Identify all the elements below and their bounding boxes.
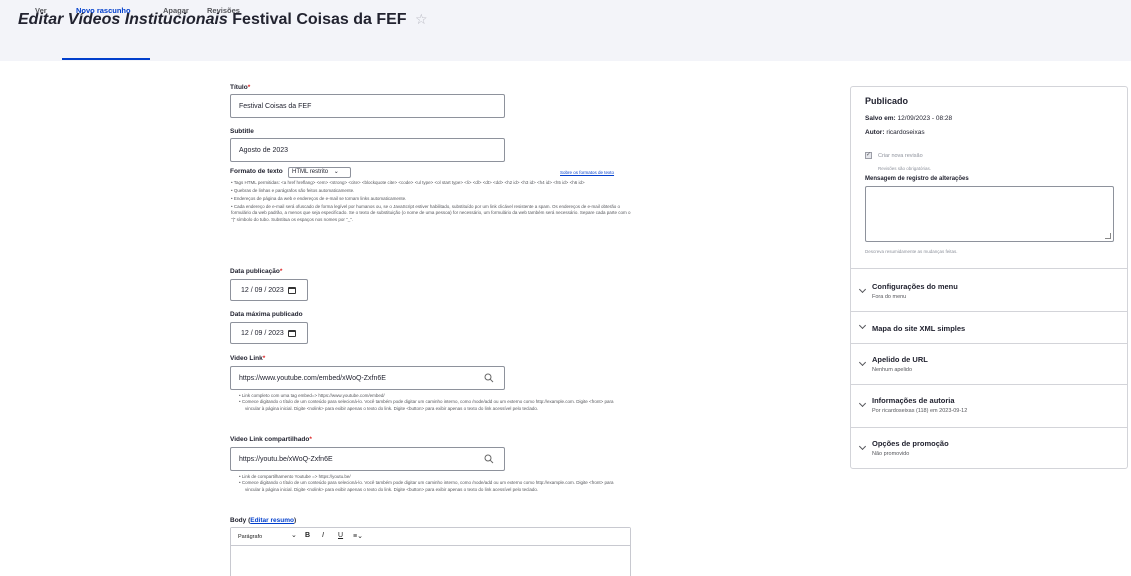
subtitle-input[interactable]: Agosto de 2023 <box>230 138 505 162</box>
tip-item: Cada endereço de e-mail será ofuscado de… <box>231 204 631 223</box>
accordion-summary: Não promovido <box>872 451 910 457</box>
max-date-input[interactable]: 12 / 09 / 2023 <box>230 322 308 344</box>
bold-button[interactable]: B <box>305 532 310 539</box>
search-icon <box>484 454 494 464</box>
title-label: Título* <box>230 84 251 91</box>
pub-date-input[interactable]: 12 / 09 / 2023 <box>230 279 308 301</box>
text-format-select[interactable]: HTML restrito ⌄ <box>288 167 351 178</box>
revision-log-label: Mensagem de registro de alterações <box>865 176 969 182</box>
video-link-shared-input[interactable]: https://youtu.be/xWoQ-Zxfn6E <box>230 447 505 471</box>
node-title: Festival Coisas da FEF <box>232 11 407 28</box>
paragraph-format-select[interactable]: Parágrafo <box>238 534 262 540</box>
text-format-help-link[interactable]: Sobre os formatos de texto <box>560 170 614 175</box>
author-info: Autor: ricardoseixas <box>865 129 925 136</box>
saved-info: Salvo em: 12/09/2023 - 08:28 <box>865 115 953 122</box>
calendar-icon[interactable] <box>287 329 296 337</box>
resize-handle-icon[interactable] <box>1105 233 1111 239</box>
text-format-label: Formato de texto <box>230 168 283 175</box>
max-date-label: Data máxima publicado <box>230 311 303 318</box>
tip-item: Endereços de página da web e endereços d… <box>231 196 631 202</box>
accordion-url-alias[interactable]: Apelido de URL <box>872 355 928 364</box>
video-link-label: Video Link* <box>230 355 266 362</box>
edit-summary-link[interactable]: Editar resumo <box>250 517 294 524</box>
text-format-tips: Tags HTML permitidas: <a href hreflang> … <box>231 180 631 224</box>
tip-item: Quebras de linhas e parágrafos são feito… <box>231 188 631 194</box>
active-tab-indicator <box>62 58 150 60</box>
tab-view[interactable]: Ver <box>35 6 47 15</box>
publish-status: Publicado <box>865 96 909 106</box>
title-input[interactable]: Festival Coisas da FEF <box>230 94 505 118</box>
revision-log-description: Descreva resumidamente as mudanças feita… <box>865 249 958 254</box>
new-revision-checkbox[interactable]: ✓ <box>865 152 872 159</box>
video-link-shared-label: Video Link compartilhado* <box>230 436 312 443</box>
revision-required-note: Revisões são obrigatórias. <box>878 166 932 171</box>
page-header: Editar Vídeos Institucionais Festival Co… <box>0 0 1131 61</box>
accordion-summary: Nenhum apelido <box>872 367 913 373</box>
divider <box>851 311 1127 312</box>
pub-date-label: Data publicação* <box>230 268 283 275</box>
new-revision-label: Criar nova revisão <box>878 153 923 159</box>
search-icon <box>484 373 494 383</box>
accordion-authoring-info[interactable]: Informações de autoria <box>872 396 955 405</box>
accordion-summary: Fora do menu <box>872 294 907 300</box>
divider <box>851 384 1127 385</box>
divider <box>851 268 1127 269</box>
divider <box>851 343 1127 344</box>
video-link-description: Link completo com uma tag embed=> https:… <box>242 393 615 412</box>
tab-new-draft[interactable]: Novo rascunho <box>76 6 131 15</box>
tab-revisions[interactable]: Revisões <box>207 6 240 15</box>
tip-item: Tags HTML permitidas: <a href hreflang> … <box>231 180 631 186</box>
align-button[interactable]: ≡⌄ <box>353 532 363 540</box>
body-editor[interactable]: Parágrafo ⌄ B I U ≡⌄ <box>230 527 631 576</box>
italic-button[interactable]: I <box>322 532 324 539</box>
star-icon[interactable]: ☆ <box>415 11 428 27</box>
accordion-summary: Por ricardoseixas (118) em 2023-09-12 <box>872 408 968 414</box>
revision-log-textarea[interactable] <box>865 186 1114 242</box>
accordion-xml-sitemap[interactable]: Mapa do site XML simples <box>872 324 965 333</box>
divider <box>851 427 1127 428</box>
accordion-promotion-options[interactable]: Opções de promoção <box>872 439 949 448</box>
video-link-input[interactable]: https://www.youtube.com/embed/xWoQ-Zxfn6… <box>230 366 505 390</box>
editor-toolbar: Parágrafo ⌄ B I U ≡⌄ <box>231 528 630 546</box>
body-label: Body (Editar resumo) <box>230 517 297 524</box>
accordion-menu-settings[interactable]: Configurações do menu <box>872 282 958 291</box>
tab-delete[interactable]: Apagar <box>163 6 189 15</box>
chevron-down-icon[interactable]: ⌄ <box>291 531 297 539</box>
calendar-icon[interactable] <box>287 286 296 294</box>
underline-button[interactable]: U <box>338 532 343 539</box>
subtitle-label: Subtitle <box>230 128 254 135</box>
video-link-shared-description: Link de compartilhamento Youtube => http… <box>242 474 615 493</box>
